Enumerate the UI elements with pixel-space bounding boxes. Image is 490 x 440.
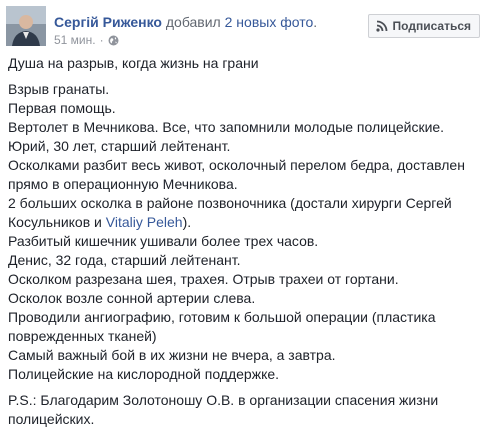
post-title-paragraph: Душа на разрыв, когда жизнь на грани	[8, 54, 482, 73]
text-line: поврежденных тканей)	[8, 328, 157, 344]
subscribe-button[interactable]: Подписаться	[367, 14, 480, 38]
text-line: Денис, 32 года, старший лейтенант.	[8, 252, 241, 268]
facebook-post: Сергій Риженко добавил 2 новых фото. 51 …	[0, 0, 490, 440]
post-text: Душа на разрыв, когда жизнь на грани Взр…	[8, 54, 482, 436]
photos-link[interactable]: 2 новых фото	[225, 14, 314, 30]
text-line: Взрыв гранаты.	[8, 81, 110, 97]
text-line: Первая помощь.	[8, 100, 116, 116]
text-line-with-mention: Косульников и Vitaliy Peleh).	[8, 213, 482, 232]
text-segment: Косульников и	[8, 214, 106, 230]
post-main-paragraph: Взрыв гранаты. Первая помощь. Вертолет в…	[8, 80, 482, 384]
author-line: Сергій Риженко добавил 2 новых фото.	[54, 14, 317, 30]
post-timestamp[interactable]: 51 мин.	[54, 33, 96, 47]
globe-icon[interactable]	[108, 35, 119, 46]
text-line: Проводили ангиографию, готовим к большой…	[8, 309, 436, 325]
post-meta: 51 мин. ·	[54, 33, 119, 47]
text-line: Разбитый кишечник ушивали более трех час…	[8, 233, 319, 249]
ps-line: P.S.: Благодарим Золотоношу О.В. в орган…	[8, 392, 439, 408]
text-segment: ).	[182, 214, 192, 230]
post-title: Душа на разрыв, когда жизнь на грани	[8, 55, 259, 71]
text-line: Осколок возле сонной артерии слева.	[8, 290, 256, 306]
mention-link[interactable]: Vitaliy Peleh	[106, 214, 183, 230]
action-prefix: добавил	[161, 14, 225, 30]
action-suffix: .	[313, 14, 318, 30]
text-line: Осколками разбит весь живот, осколочный …	[8, 157, 465, 173]
text-line: 2 больших осколка в районе позвоночника …	[8, 195, 452, 211]
text-line: Полицейские на кислородной поддержке.	[8, 366, 280, 382]
avatar-photo	[6, 6, 46, 46]
text-line: Осколком разрезана шея, трахея. Отрыв тр…	[8, 271, 399, 287]
rss-icon	[375, 20, 388, 32]
meta-separator: ·	[99, 33, 104, 47]
text-line: Вертолет в Мечникова. Все, что запомнили…	[8, 119, 445, 135]
text-line: Юрий, 30 лет, старший лейтенант.	[8, 138, 231, 154]
ps-line: полицейских.	[8, 411, 95, 427]
post-header: Сергій Риженко добавил 2 новых фото. 51 …	[6, 5, 484, 49]
author-name-link[interactable]: Сергій Риженко	[54, 14, 162, 30]
post-ps-paragraph: P.S.: Благодарим Золотоношу О.В. в орган…	[8, 391, 482, 429]
text-line: Самый важный бой в их жизни не вчера, а …	[8, 347, 336, 363]
text-line: прямо в операционную Мечникова.	[8, 176, 238, 192]
subscribe-label: Подписаться	[392, 19, 471, 33]
author-avatar[interactable]	[6, 6, 46, 46]
